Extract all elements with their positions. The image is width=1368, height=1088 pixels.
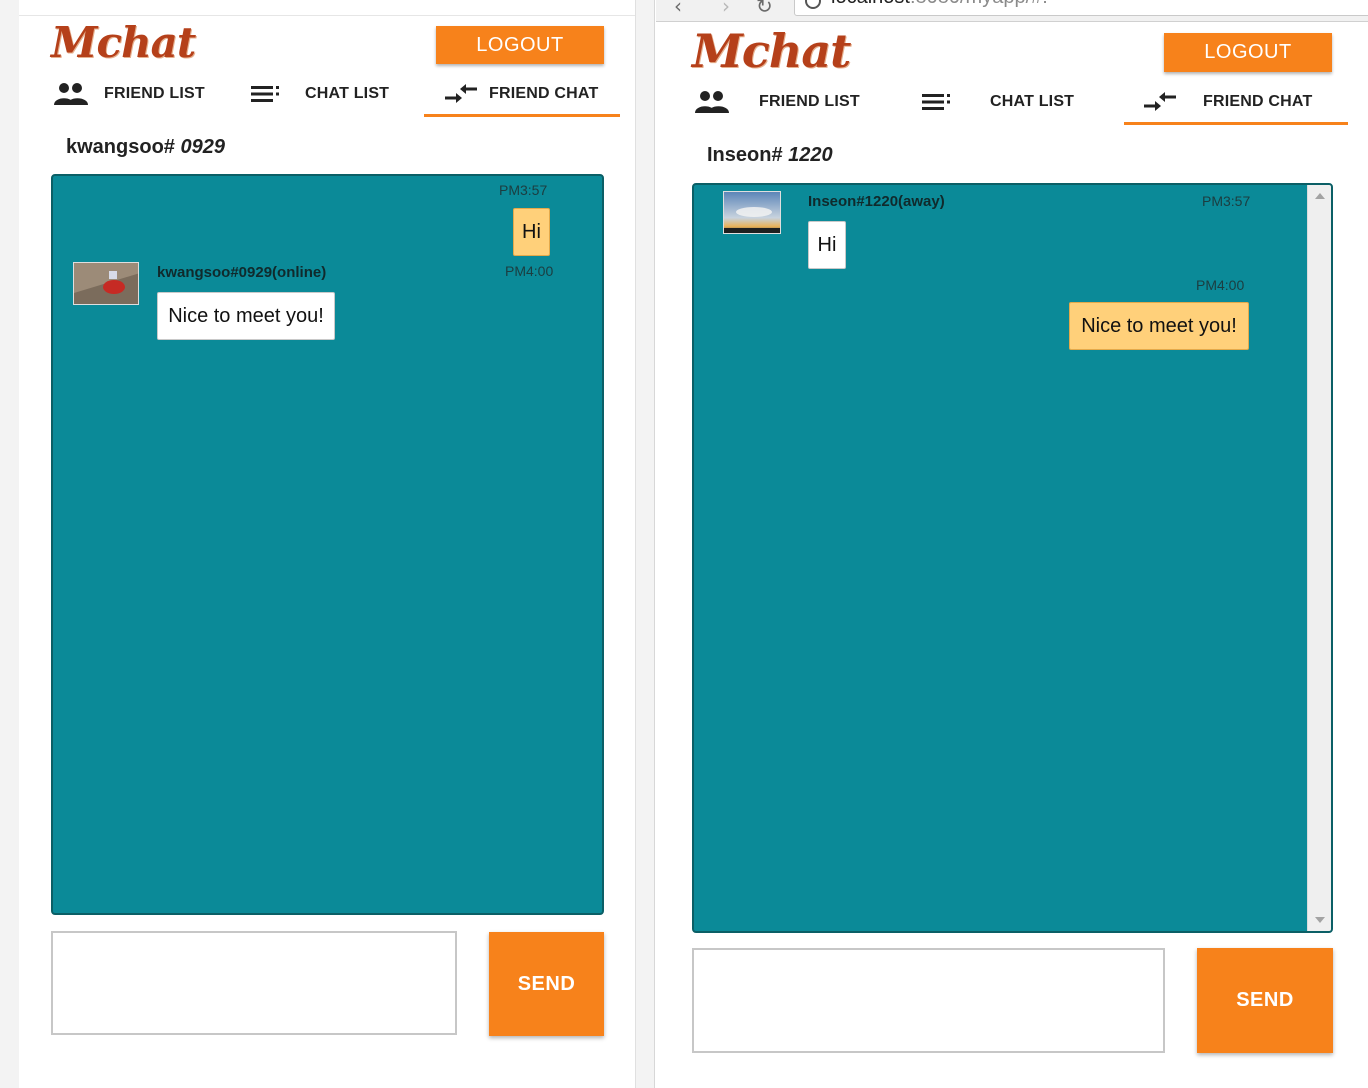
tab-friend-chat[interactable]: FRIEND CHAT [443,72,623,116]
scroll-up-icon[interactable] [1315,193,1325,199]
url-host: localhost [831,0,910,8]
chat-scrollbar[interactable] [1307,185,1331,931]
logout-button[interactable]: LOGOUT [1164,33,1332,72]
friend-avatar [73,262,139,305]
message-input[interactable] [692,948,1165,1053]
tab-label: FRIEND CHAT [489,85,599,102]
message-time: PM3:57 [1202,193,1251,209]
list-icon [251,84,281,104]
active-tab-indicator [424,114,620,117]
send-button[interactable]: SEND [489,932,604,1036]
people-icon [53,81,89,107]
chat-messages-area[interactable]: Inseon#1220(away) PM3:57 Hi PM4:00 Nice … [692,183,1333,933]
tab-label: FRIEND CHAT [1203,93,1313,110]
chat-partner-title: kwangsoo# 0929 [66,136,225,159]
active-tab-indicator [1124,122,1348,125]
browser-toolbar: ‹ › ↻ localhost:8080/myapp/#! [656,0,1368,22]
reload-icon[interactable]: ↻ [756,0,773,18]
right-window: ‹ › ↻ localhost:8080/myapp/#! Mchat LOGO… [656,0,1368,1088]
tab-label: FRIEND LIST [104,85,205,102]
app-logo: Mchat [692,24,851,78]
site-info-icon[interactable] [805,0,821,9]
swap-arrows-icon [1144,90,1178,114]
swap-arrows-icon [445,82,479,106]
message-time: PM4:00 [505,263,554,279]
tab-friend-chat[interactable]: FRIEND CHAT [1144,80,1344,124]
tab-chat-list[interactable]: CHAT LIST [251,72,421,116]
list-icon [922,92,952,112]
partner-name: Inseon# [707,144,783,166]
partner-name: kwangsoo# [66,136,175,158]
message-input[interactable] [51,931,457,1035]
message-time: PM3:57 [499,182,548,198]
logout-button[interactable]: LOGOUT [436,26,604,64]
partner-number: 0929 [180,136,225,158]
sender-name: Inseon#1220(away) [808,193,945,210]
app-logo: Mchat [51,18,196,67]
tab-label: FRIEND LIST [759,93,860,110]
back-arrow-icon[interactable]: ‹ [674,0,682,18]
friend-message-bubble: Hi [808,221,846,269]
chat-messages-area[interactable]: PM3:57 Hi kwangsoo#0929(online) PM4:00 N… [51,174,604,915]
scroll-down-icon[interactable] [1315,917,1325,923]
friend-avatar [723,191,781,234]
forward-arrow-icon[interactable]: › [722,0,730,18]
sender-name: kwangsoo#0929(online) [157,264,327,281]
message-time: PM4:00 [1196,277,1245,293]
friend-message-bubble: Nice to meet you! [157,292,335,340]
tab-friend-list[interactable]: FRIEND LIST [694,80,894,124]
partner-number: 1220 [788,144,833,166]
tab-label: CHAT LIST [305,85,390,102]
my-message-bubble: Hi [513,208,550,256]
chat-partner-title: Inseon# 1220 [707,144,833,167]
tab-label: CHAT LIST [990,93,1075,110]
url-path: :8080/myapp/#! [910,0,1048,8]
people-icon [694,89,730,115]
left-window: Mchat LOGOUT FRIEND LIST CHAT LIST FRIEN… [19,15,635,1088]
address-text: localhost:8080/myapp/#! [831,0,1048,9]
address-bar[interactable]: localhost:8080/myapp/#! [794,0,1368,16]
tab-chat-list[interactable]: CHAT LIST [922,80,1102,124]
tab-friend-list[interactable]: FRIEND LIST [53,72,243,116]
window-gutter [0,0,19,1088]
send-button[interactable]: SEND [1197,948,1333,1053]
my-message-bubble: Nice to meet you! [1069,302,1249,350]
window-divider [635,0,655,1088]
